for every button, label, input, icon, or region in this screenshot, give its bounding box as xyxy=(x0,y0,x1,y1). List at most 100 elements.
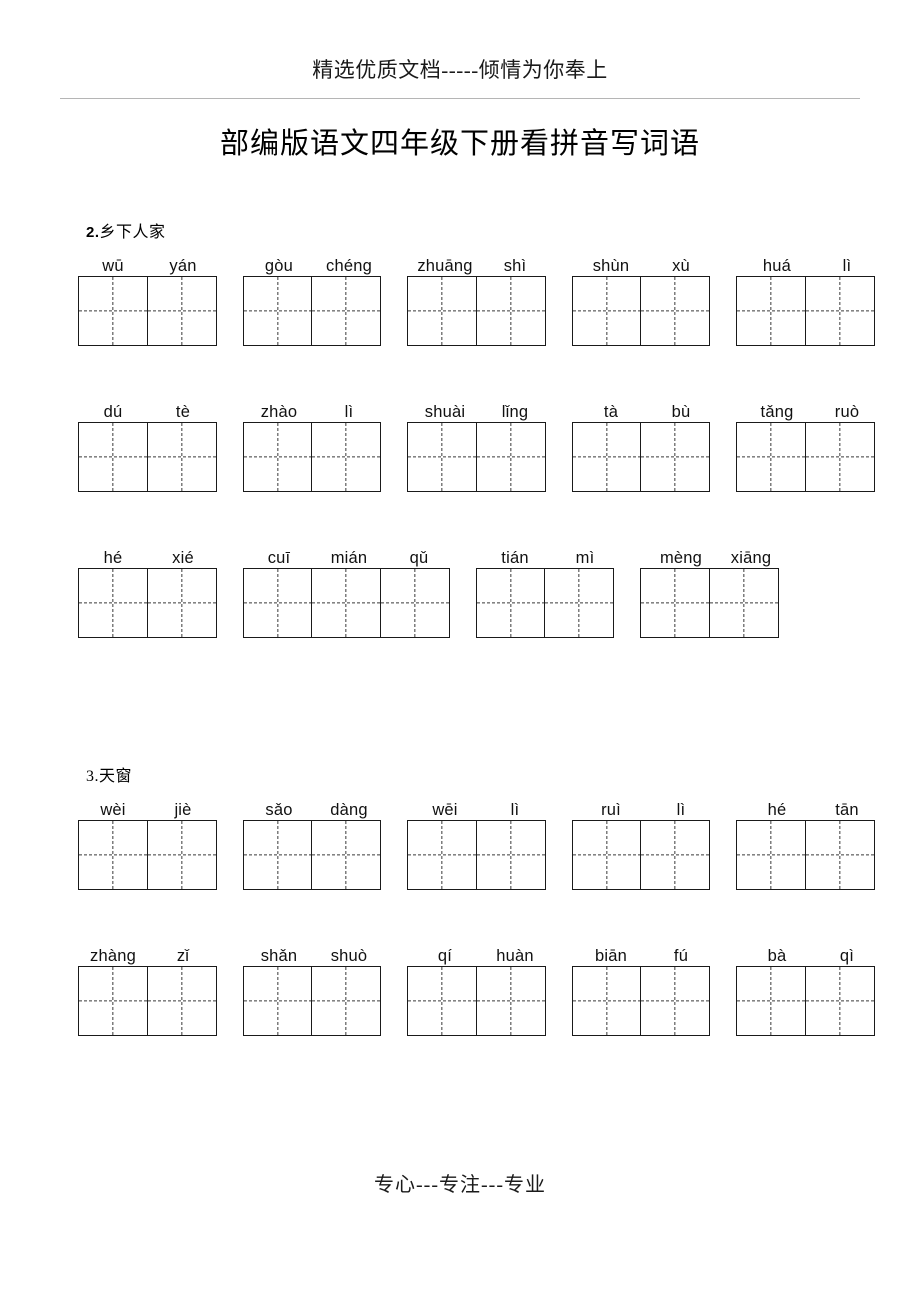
pinyin-syllable: ruò xyxy=(834,403,860,421)
character-write-box[interactable] xyxy=(640,820,711,890)
character-box-group xyxy=(475,568,615,638)
grid-line xyxy=(0,820,920,896)
character-write-box[interactable] xyxy=(544,568,615,638)
character-box-group xyxy=(242,966,382,1036)
character-box-group xyxy=(571,422,711,492)
pinyin-syllable: qí xyxy=(437,947,453,965)
pinyin-syllable: zhào xyxy=(260,403,298,421)
section-heading: 3.天窗 xyxy=(0,762,920,786)
pinyin-syllable: huá xyxy=(762,257,792,275)
pinyin-group: sǎo dàng xyxy=(244,800,384,820)
character-write-box[interactable] xyxy=(379,568,450,638)
character-write-box[interactable] xyxy=(571,966,642,1036)
character-write-box[interactable] xyxy=(736,276,807,346)
section-number: 2. xyxy=(86,224,100,241)
pinyin-group: bà qì xyxy=(742,946,882,966)
character-write-box[interactable] xyxy=(78,966,148,1036)
character-write-box[interactable] xyxy=(805,422,876,492)
pinyin-syllable: gòu xyxy=(264,257,294,275)
exercise-row: zhàng zǐ shǎn shuò qí huàn biān fú bà qì xyxy=(0,932,920,1078)
character-write-box[interactable] xyxy=(311,966,382,1036)
character-box-group xyxy=(78,966,217,1036)
character-write-box[interactable] xyxy=(640,276,711,346)
character-write-box[interactable] xyxy=(78,422,148,492)
character-write-box[interactable] xyxy=(736,422,807,492)
pinyin-syllable: xié xyxy=(172,549,194,567)
character-write-box[interactable] xyxy=(640,966,711,1036)
character-write-box[interactable] xyxy=(146,568,217,638)
grid-line xyxy=(0,276,920,352)
character-write-box[interactable] xyxy=(475,568,546,638)
pinyin-syllable: shuò xyxy=(330,947,368,965)
character-write-box[interactable] xyxy=(407,422,478,492)
pinyin-syllable: tǎng xyxy=(760,403,794,421)
character-write-box[interactable] xyxy=(311,820,382,890)
character-write-box[interactable] xyxy=(640,568,711,638)
pinyin-syllable: dú xyxy=(103,403,123,421)
character-write-box[interactable] xyxy=(709,568,780,638)
character-write-box[interactable] xyxy=(475,276,546,346)
character-box-group xyxy=(736,966,876,1036)
pinyin-group: cuī mián qǔ xyxy=(244,548,454,568)
character-write-box[interactable] xyxy=(475,966,546,1036)
character-write-box[interactable] xyxy=(242,276,313,346)
section-1: 2.乡下人家 wū yán gòu chéng zhuāng shì shùn xù huá lì d… xyxy=(0,218,920,680)
character-write-box[interactable] xyxy=(640,422,711,492)
character-box-group xyxy=(407,422,546,492)
exercise-row: wèi jiè sǎo dàng wēi lì ruì lì hé tān xyxy=(0,786,920,932)
pinyin-group: biān fú xyxy=(576,946,716,966)
section-number: 3. xyxy=(86,768,99,785)
pinyin-syllable: ruì xyxy=(601,801,621,819)
character-write-box[interactable] xyxy=(146,820,217,890)
pinyin-group: wēi lì xyxy=(410,800,550,820)
character-write-box[interactable] xyxy=(407,820,478,890)
character-box-group xyxy=(242,422,382,492)
character-write-box[interactable] xyxy=(311,276,382,346)
character-write-box[interactable] xyxy=(571,820,642,890)
character-write-box[interactable] xyxy=(571,422,642,492)
character-write-box[interactable] xyxy=(146,966,217,1036)
character-write-box[interactable] xyxy=(242,568,313,638)
pinyin-syllable: mì xyxy=(575,549,595,567)
character-write-box[interactable] xyxy=(805,276,876,346)
pinyin-syllable: mèng xyxy=(659,549,703,567)
pinyin-group: wèi jiè xyxy=(78,800,218,820)
grid-line xyxy=(0,966,920,1042)
pinyin-group: dú tè xyxy=(78,402,218,422)
character-write-box[interactable] xyxy=(146,422,217,492)
character-write-box[interactable] xyxy=(805,820,876,890)
character-write-box[interactable] xyxy=(311,568,382,638)
character-write-box[interactable] xyxy=(571,276,642,346)
grid-line xyxy=(0,422,920,498)
character-write-box[interactable] xyxy=(242,820,313,890)
character-write-box[interactable] xyxy=(805,966,876,1036)
page-title: 部编版语文四年级下册看拼音写词语 xyxy=(219,128,700,160)
pinyin-group: shùn xù xyxy=(576,256,716,276)
character-write-box[interactable] xyxy=(407,966,478,1036)
document-footer: 专心---专注---专业 xyxy=(0,1168,920,1197)
pinyin-syllable: biān xyxy=(595,947,627,965)
pinyin-syllable: lì xyxy=(344,403,354,421)
pinyin-group: shǎn shuò xyxy=(244,946,384,966)
character-write-box[interactable] xyxy=(78,568,148,638)
character-write-box[interactable] xyxy=(736,820,807,890)
pinyin-group: gòu chéng xyxy=(244,256,384,276)
character-write-box[interactable] xyxy=(242,966,313,1036)
character-write-box[interactable] xyxy=(78,820,148,890)
watermark-text: 精选优质文档-----倾情为你奉上 xyxy=(312,58,608,82)
character-write-box[interactable] xyxy=(736,966,807,1036)
character-write-box[interactable] xyxy=(78,276,148,346)
character-write-box[interactable] xyxy=(475,820,546,890)
character-write-box[interactable] xyxy=(242,422,313,492)
character-write-box[interactable] xyxy=(407,276,478,346)
section-name: 乡下人家 xyxy=(99,224,166,241)
pinyin-syllable: qǔ xyxy=(409,549,429,567)
pinyin-syllable: shì xyxy=(503,257,527,275)
pinyin-syllable: bà xyxy=(767,947,787,965)
character-write-box[interactable] xyxy=(311,422,382,492)
character-write-box[interactable] xyxy=(475,422,546,492)
pinyin-syllable: lì xyxy=(842,257,852,275)
pinyin-syllable: tè xyxy=(175,403,191,421)
character-write-box[interactable] xyxy=(146,276,217,346)
pinyin-syllable: xiāng xyxy=(730,549,772,567)
